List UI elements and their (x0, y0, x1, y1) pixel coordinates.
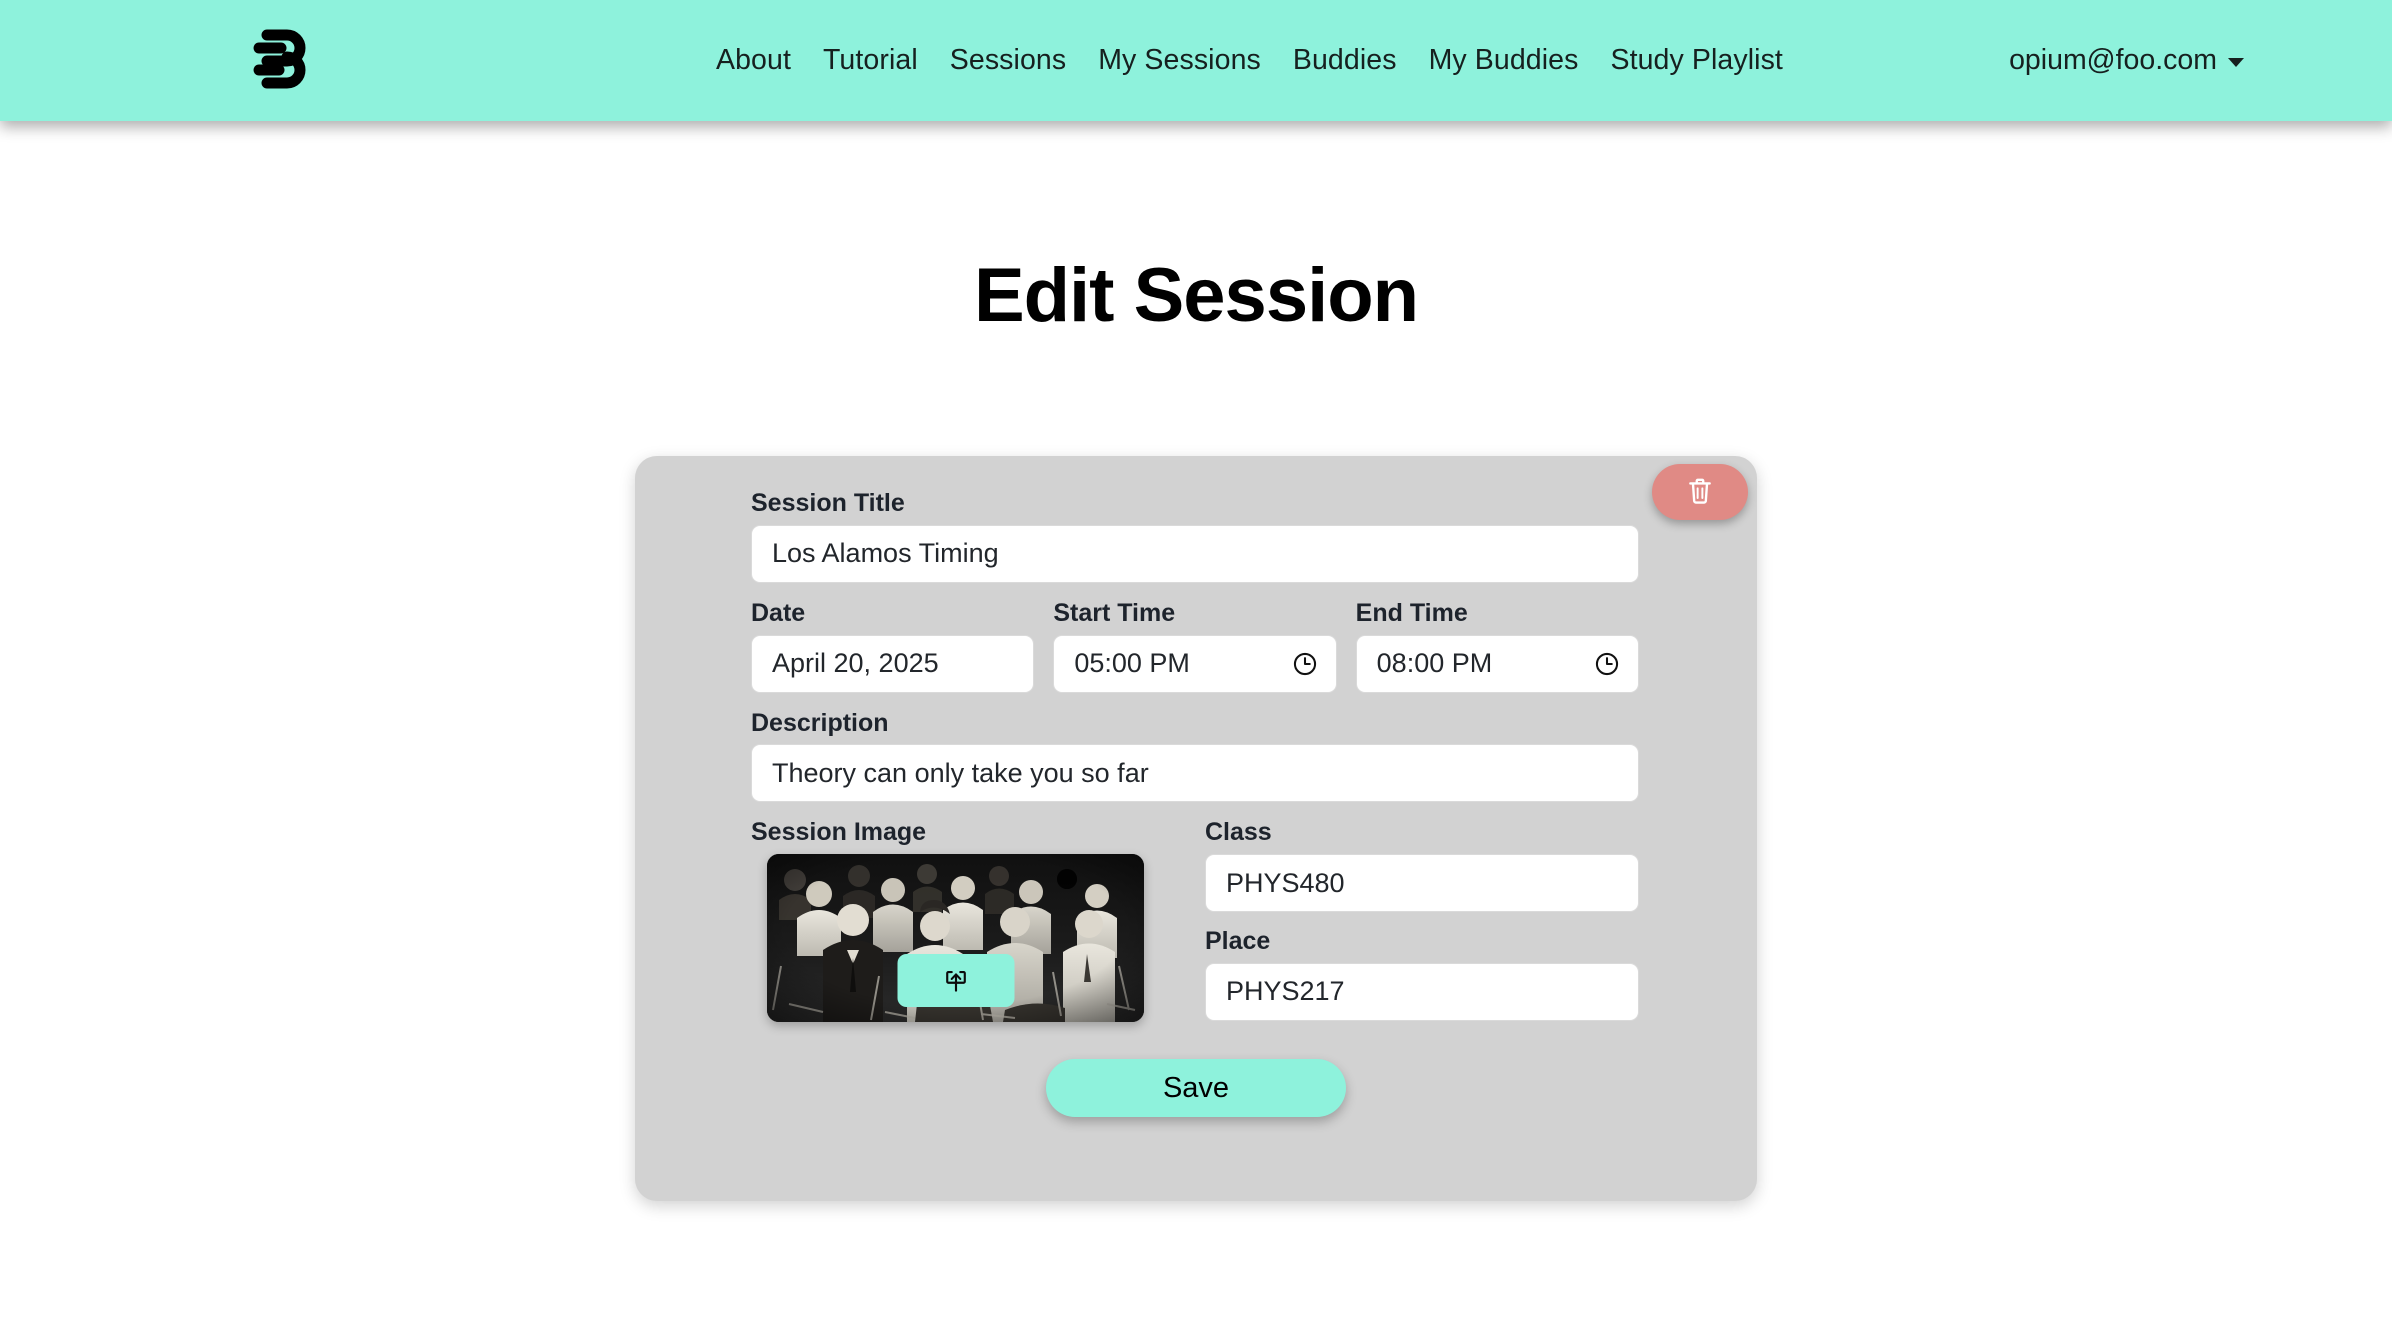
start-time-label: Start Time (1053, 598, 1176, 627)
class-input[interactable] (1205, 854, 1639, 912)
start-time-input[interactable] (1053, 634, 1337, 693)
date-field-group: Date (751, 597, 1035, 693)
nav-link-my-buddies[interactable]: My Buddies (1413, 46, 1595, 75)
user-email-label: opium@foo.com (2009, 44, 2217, 76)
place-label: Place (1205, 927, 1271, 955)
start-time-input-wrapper (1053, 634, 1337, 693)
place-input[interactable] (1205, 962, 1639, 1021)
session-image-label: Session Image (751, 818, 927, 847)
brand-logo-link[interactable] (248, 26, 316, 96)
description-label: Description (751, 708, 889, 737)
trash-icon (1687, 477, 1713, 508)
date-input[interactable] (751, 634, 1035, 693)
nav-link-study-playlist[interactable]: Study Playlist (1594, 46, 1798, 75)
session-image-group: Session Image (751, 816, 1205, 1022)
session-title-input[interactable] (751, 524, 1639, 583)
nav-link-about[interactable]: About (700, 46, 807, 75)
end-time-label: End Time (1355, 598, 1468, 627)
studybuddy-logo-icon (253, 27, 311, 96)
nav-link-buddies[interactable]: Buddies (1277, 46, 1413, 75)
delete-session-button[interactable] (1652, 464, 1748, 520)
end-time-input-wrapper (1355, 634, 1639, 693)
save-button[interactable]: Save (1046, 1059, 1346, 1117)
session-title-label: Session Title (751, 489, 905, 517)
class-label: Class (1205, 818, 1272, 847)
end-time-input[interactable] (1355, 634, 1639, 693)
image-and-meta-row: Session Image Class PHYS480 Place PHYS21… (751, 816, 1639, 1022)
nav-link-sessions[interactable]: Sessions (934, 46, 1082, 75)
chevron-down-icon (2228, 58, 2244, 67)
user-account-dropdown[interactable]: opium@foo.com (2009, 0, 2244, 121)
start-time-field-group: Start Time (1053, 597, 1337, 693)
nav-link-tutorial[interactable]: Tutorial (807, 46, 934, 75)
datetime-row: Date Start Time End Time (751, 597, 1639, 693)
top-navbar: About Tutorial Sessions My Sessions Budd… (0, 0, 2392, 121)
session-form: Session Title Date Start Time (751, 487, 1639, 1022)
upload-image-button[interactable] (897, 954, 1014, 1007)
upload-icon (942, 967, 969, 994)
session-image-preview (767, 854, 1144, 1022)
description-field-group: Description (751, 707, 1639, 803)
nav-link-my-sessions[interactable]: My Sessions (1082, 46, 1277, 75)
page-title: Edit Session (973, 253, 1419, 338)
description-input[interactable] (751, 744, 1639, 803)
end-time-field-group: End Time (1355, 597, 1639, 693)
primary-nav: About Tutorial Sessions My Sessions Budd… (700, 0, 1799, 121)
class-place-group: Class Place (1205, 816, 1639, 1022)
date-label: Date (751, 598, 806, 627)
